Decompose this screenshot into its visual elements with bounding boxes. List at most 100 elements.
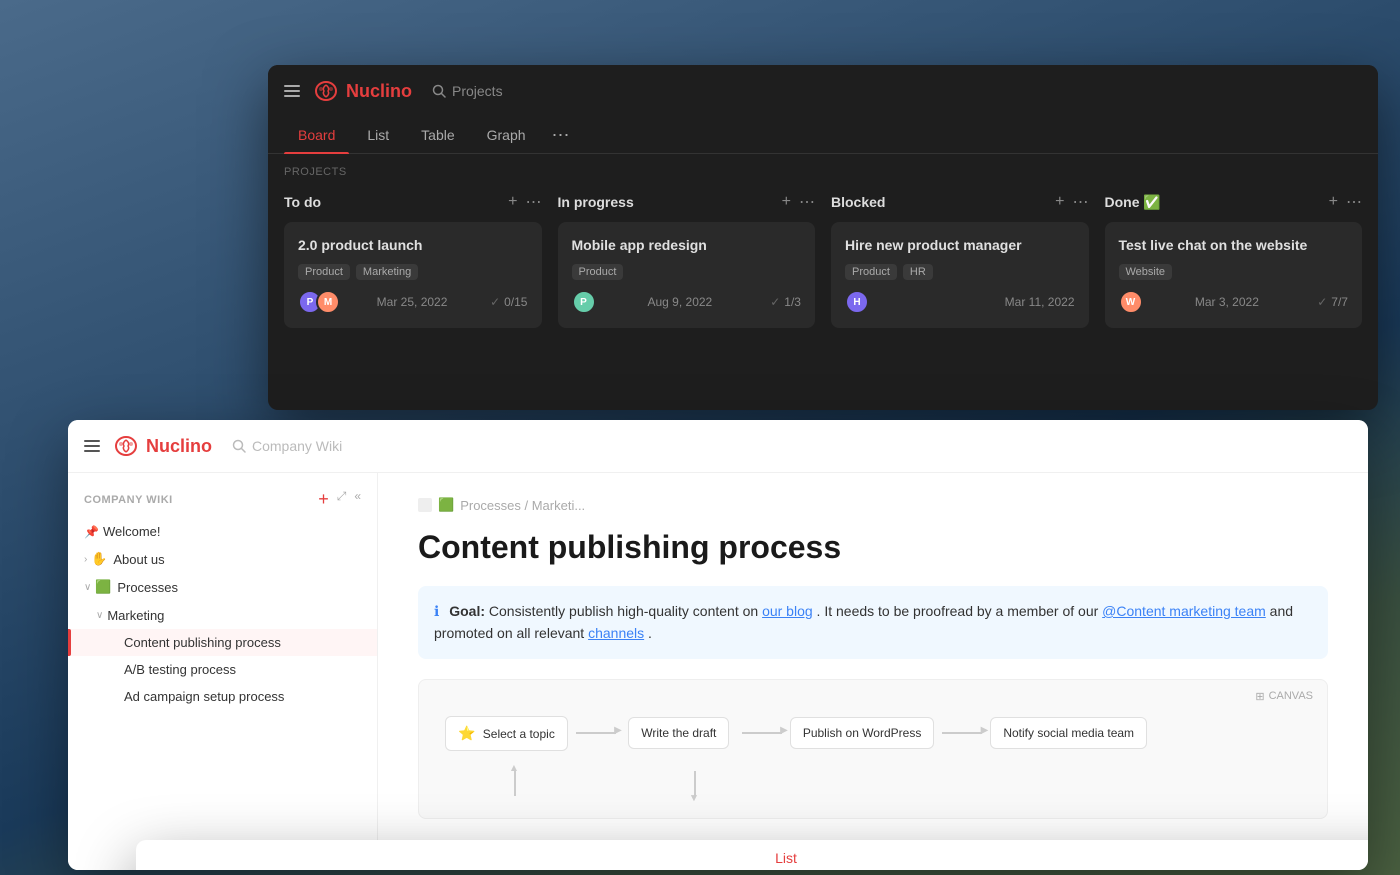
board-section-label: PROJECTS	[284, 162, 1362, 182]
sidebar: COMPANY WIKI + ⤢ « 📌 Welcome! › ✋ About …	[68, 473, 378, 870]
card-footer-mobile-redesign: P Aug 9, 2022 ✓ 1/3	[572, 290, 802, 314]
card-mobile-redesign[interactable]: Mobile app redesign Product P Aug 9, 202…	[558, 222, 816, 328]
sidebar-add-btn[interactable]: +	[318, 489, 329, 510]
info-text-2: . It needs to be proofread by a member o…	[817, 603, 1099, 619]
sidebar-item-ad-campaign[interactable]: Ad campaign setup process	[68, 683, 377, 710]
col-more-inprogress[interactable]: ⋯	[799, 192, 815, 212]
breadcrumb-text: Processes / Marketi...	[460, 498, 585, 513]
link-content-team[interactable]: @Content marketing team	[1102, 603, 1266, 619]
col-more-todo[interactable]: ⋯	[526, 192, 542, 212]
sidebar-collapse-btn[interactable]: «	[354, 489, 361, 510]
avatar-2: M	[316, 290, 340, 314]
vertical-arrows-area: ▲ ▼	[435, 771, 1311, 796]
col-title-inprogress: In progress	[558, 194, 634, 210]
sidebar-label-marketing: Marketing	[107, 608, 345, 623]
card-footer-product-launch: P M Mar 25, 2022 ✓ 0/15	[298, 290, 528, 314]
board-area: PROJECTS To do + ⋯ 2.0 product launch Pr…	[268, 154, 1378, 336]
flow-arrow-2	[734, 732, 790, 734]
canvas-label: ⊞ CANVAS	[1255, 690, 1313, 703]
logo-text-top: Nuclino	[346, 81, 412, 102]
card-avatars-hire-pm: H	[845, 290, 863, 314]
arrow-line-3	[942, 732, 982, 734]
titlebar-top: Nuclino Projects	[268, 65, 1378, 117]
card-date-live-chat: Mar 3, 2022	[1195, 295, 1259, 309]
col-add-blocked[interactable]: +	[1055, 193, 1064, 211]
card-progress-mobile-redesign: ✓ 1/3	[770, 295, 801, 309]
card-footer-hire-pm: H Mar 11, 2022	[845, 290, 1075, 314]
window-wiki: Nuclino Company Wiki List Board Table Gr…	[68, 420, 1368, 870]
canvas-label-text: CANVAS	[1269, 690, 1313, 702]
avatar-w: W	[1119, 290, 1143, 314]
col-title-done: Done ✅	[1105, 194, 1161, 211]
hamburger-menu-bottom[interactable]	[84, 440, 100, 452]
logo-bottom: Nuclino	[112, 432, 212, 460]
column-done: Done ✅ + ⋯ Test live chat on the website…	[1105, 192, 1363, 328]
card-product-launch[interactable]: 2.0 product launch Product Marketing P M…	[284, 222, 542, 328]
col-actions-done: + ⋯	[1329, 192, 1362, 212]
col-add-todo[interactable]: +	[508, 193, 517, 211]
search-placeholder-bottom: Company Wiki	[252, 438, 342, 454]
card-live-chat[interactable]: Test live chat on the website Website W …	[1105, 222, 1363, 328]
hamburger-menu-top[interactable]	[284, 85, 300, 97]
step-box-4: Notify social media team	[990, 717, 1147, 749]
card-hire-pm[interactable]: Hire new product manager Product HR H Ma…	[831, 222, 1089, 328]
card-progress-product-launch: ✓ 0/15	[490, 295, 527, 309]
chevron-processes: ∨	[84, 582, 91, 593]
sidebar-item-ab-testing[interactable]: A/B testing process	[68, 656, 377, 683]
step-label-3: Publish on WordPress	[803, 726, 922, 740]
chevron-about-us: ›	[84, 554, 87, 565]
sidebar-item-about-us[interactable]: › ✋ About us	[68, 545, 377, 573]
window-projects: Nuclino Projects Board List Table Graph …	[268, 65, 1378, 410]
col-header-todo: To do + ⋯	[284, 192, 542, 212]
info-goal-label: Goal:	[449, 603, 485, 619]
column-inprogress: In progress + ⋯ Mobile app redesign Prod…	[558, 192, 816, 328]
tab-list-top[interactable]: List	[353, 117, 403, 153]
breadcrumb-icon: 🟩	[438, 497, 454, 513]
col-more-done[interactable]: ⋯	[1346, 192, 1362, 212]
tab-list-bottom[interactable]: List	[761, 840, 811, 870]
step-box-1: ⭐ Select a topic	[445, 716, 568, 751]
sidebar-item-processes[interactable]: ∨ 🟩 Processes	[68, 573, 377, 601]
card-date-hire-pm: Mar 11, 2022	[1005, 295, 1075, 309]
tab-graph-top[interactable]: Graph	[473, 117, 540, 153]
col-add-done[interactable]: +	[1329, 193, 1338, 211]
canvas-icon: ⊞	[1255, 690, 1264, 703]
tab-more-top[interactable]: ⋯	[544, 125, 578, 146]
tag-website: Website	[1119, 264, 1173, 280]
flow-arrow-1	[568, 732, 624, 734]
link-our-blog[interactable]: our blog	[762, 603, 813, 619]
step-label-2: Write the draft	[641, 726, 716, 740]
search-area-bottom[interactable]: Company Wiki	[232, 438, 342, 454]
search-placeholder-top: Projects	[452, 83, 503, 99]
sidebar-item-welcome[interactable]: 📌 Welcome!	[68, 518, 377, 545]
sidebar-item-content-publishing[interactable]: Content publishing process	[68, 629, 377, 656]
col-add-inprogress[interactable]: +	[782, 193, 791, 211]
logo-top: Nuclino	[312, 77, 412, 105]
tag-product: Product	[298, 264, 350, 280]
flow-step-1: ⭐ Select a topic	[445, 716, 568, 751]
sidebar-label-ad-campaign: Ad campaign setup process	[124, 689, 361, 704]
brain-logo-top	[312, 77, 340, 105]
card-avatars-mobile-redesign: P	[572, 290, 590, 314]
flow-step-3: Publish on WordPress	[790, 717, 935, 749]
tab-board-top[interactable]: Board	[284, 117, 349, 153]
sidebar-item-marketing[interactable]: ∨ Marketing	[68, 601, 377, 629]
sidebar-expand-btn[interactable]: ⤢	[337, 489, 347, 510]
search-area-top[interactable]: Projects	[432, 83, 503, 99]
col-header-done: Done ✅ + ⋯	[1105, 192, 1363, 212]
col-actions-todo: + ⋯	[508, 192, 541, 212]
link-channels[interactable]: channels	[588, 625, 644, 641]
card-tags-mobile-redesign: Product	[572, 264, 802, 280]
pin-icon: 📌	[84, 525, 99, 539]
flow-diagram: ⭐ Select a topic Write the draft	[435, 696, 1311, 771]
sidebar-title: COMPANY WIKI	[84, 494, 173, 506]
content-area: 🟩 Processes / Marketi... Content publish…	[378, 473, 1368, 870]
tab-table-top[interactable]: Table	[407, 117, 468, 153]
arrow-line-2	[742, 732, 782, 734]
col-header-inprogress: In progress + ⋯	[558, 192, 816, 212]
sidebar-label-welcome: Welcome!	[103, 524, 361, 539]
column-todo: To do + ⋯ 2.0 product launch Product Mar…	[284, 192, 542, 328]
card-title-live-chat: Test live chat on the website	[1119, 236, 1349, 254]
card-footer-live-chat: W Mar 3, 2022 ✓ 7/7	[1119, 290, 1349, 314]
col-more-blocked[interactable]: ⋯	[1073, 192, 1089, 212]
